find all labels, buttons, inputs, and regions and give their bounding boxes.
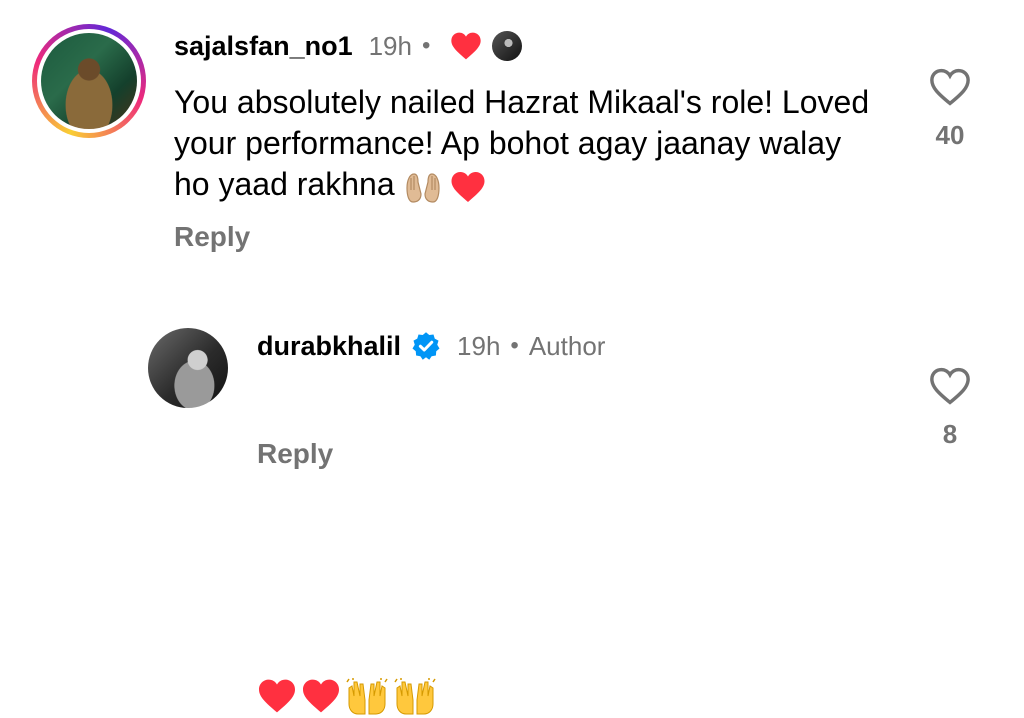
red-heart-emoji — [303, 679, 339, 713]
heart-outline-icon[interactable] — [929, 68, 971, 106]
reply-button[interactable]: Reply — [257, 438, 333, 470]
comment-time: 19h — [457, 330, 501, 361]
comment-item: sajalsfan_no1 19h • You absolutely naile… — [0, 0, 1024, 270]
liked-heart-icon — [451, 32, 482, 60]
comment-text — [257, 678, 437, 718]
red-heart-emoji — [451, 171, 485, 202]
raising-hands-emoji — [394, 678, 436, 715]
like-column: 40 — [920, 68, 980, 151]
comment-time: 19h — [368, 30, 412, 61]
separator-dot: • — [510, 332, 519, 359]
avatar — [41, 33, 137, 129]
comment-text: You absolutely nailed Hazrat Mikaal's ro… — [174, 82, 874, 205]
raising-hands-emoji — [346, 678, 388, 715]
comment-header: durabkhalil 19h • Author — [257, 328, 605, 364]
comment-header: sajalsfan_no1 19h • — [174, 28, 523, 64]
reply-comment-item: durabkhalil 19h • Author Reply 8 — [0, 300, 1024, 715]
palms-up-emoji — [405, 172, 440, 203]
comment-body: You absolutely nailed Hazrat Mikaal's ro… — [174, 84, 870, 202]
separator-dot: • — [421, 32, 431, 59]
username[interactable]: sajalsfan_no1 — [174, 31, 353, 62]
like-count: 8 — [942, 419, 958, 449]
heart-outline-icon[interactable] — [929, 367, 971, 405]
like-count: 40 — [935, 120, 965, 150]
author-badge: Author — [528, 330, 606, 361]
avatar[interactable] — [148, 328, 228, 408]
user-avatar-story-ring[interactable] — [32, 24, 146, 138]
like-column: 8 — [920, 367, 980, 450]
reply-button[interactable]: Reply — [174, 221, 250, 253]
red-heart-emoji — [259, 679, 295, 713]
username[interactable]: durabkhalil — [257, 331, 401, 362]
verified-badge-icon — [412, 332, 440, 360]
author-mini-avatar — [492, 31, 523, 61]
